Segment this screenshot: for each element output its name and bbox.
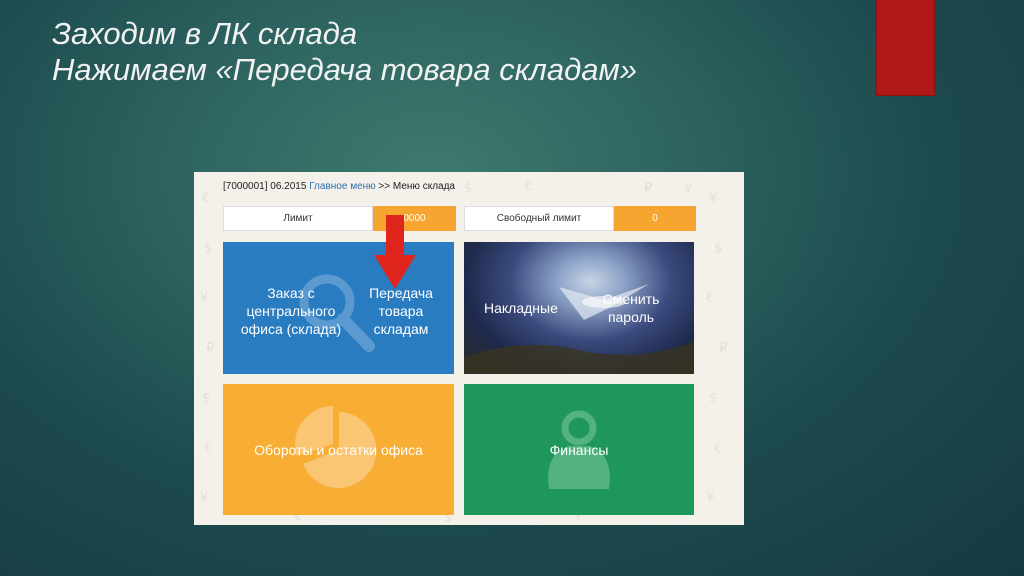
svg-text:$: $ bbox=[709, 391, 717, 406]
transfer-line-2: товара bbox=[378, 303, 424, 319]
turnover-button[interactable]: Обороты и остатки офиса bbox=[223, 384, 454, 515]
order-central-button[interactable]: Заказ с центрального офиса (склада) bbox=[223, 242, 343, 374]
svg-text:€: € bbox=[524, 179, 532, 194]
finance-button[interactable]: Финансы bbox=[464, 384, 694, 515]
breadcrumb: [7000001] 06.2015 Главное меню >> Меню с… bbox=[223, 181, 455, 192]
svg-text:¥: ¥ bbox=[709, 191, 717, 206]
free-limit-label: Свободный лимит bbox=[464, 206, 614, 231]
turnover-label: Обороты и остатки офиса bbox=[254, 442, 423, 458]
limit-box: Лимит 0000 bbox=[223, 206, 456, 231]
svg-text:¥: ¥ bbox=[684, 183, 692, 198]
order-line-3: офиса (склада) bbox=[240, 321, 342, 337]
warehouse-menu-screenshot: € $ ¥ ₽ $ € ¥ ¥ $ € ₽ $ € ¥ $ € ₽ ¥ € $ ¥ [7000001] 06.… bbox=[194, 172, 744, 525]
invoices-label: Накладные bbox=[484, 300, 558, 316]
red-arrow-icon bbox=[374, 215, 416, 289]
finance-label: Финансы bbox=[549, 442, 609, 458]
svg-text:¥: ¥ bbox=[200, 491, 208, 506]
order-line-1: Заказ с bbox=[267, 285, 315, 301]
svg-text:$: $ bbox=[464, 181, 472, 196]
transfer-line-3: складам bbox=[373, 321, 429, 337]
free-limit-box: Свободный лимит 0 bbox=[464, 206, 696, 231]
password-line-2: пароль bbox=[607, 309, 655, 325]
svg-text:$: $ bbox=[714, 241, 722, 256]
svg-text:¥: ¥ bbox=[200, 291, 208, 306]
svg-text:€: € bbox=[706, 291, 714, 306]
change-password-button[interactable]: Сменить пароль bbox=[579, 242, 694, 374]
svg-text:₽: ₽ bbox=[719, 341, 727, 356]
breadcrumb-prefix: [7000001] 06.2015 bbox=[223, 181, 310, 192]
svg-text:₽: ₽ bbox=[206, 341, 214, 356]
svg-text:€: € bbox=[202, 191, 210, 206]
svg-text:€: € bbox=[204, 441, 212, 456]
breadcrumb-separator: >> bbox=[375, 181, 393, 192]
slide-title-line-1: Заходим в ЛК склада bbox=[52, 16, 358, 51]
slide-title-line-2: Нажимаем «Передача товара складам» bbox=[52, 52, 638, 87]
svg-text:$: $ bbox=[204, 241, 212, 256]
invoices-button[interactable]: Накладные bbox=[464, 242, 579, 374]
svg-text:$: $ bbox=[202, 391, 210, 406]
accent-bar bbox=[877, 0, 934, 95]
svg-text:¥: ¥ bbox=[706, 491, 714, 506]
slide-title: Заходим в ЛК склада Нажимаем «Передача т… bbox=[52, 16, 637, 88]
password-line-1: Сменить bbox=[602, 291, 660, 307]
breadcrumb-home-link[interactable]: Главное меню bbox=[309, 181, 375, 192]
svg-text:₽: ₽ bbox=[644, 181, 652, 196]
order-line-2: центрального bbox=[246, 303, 336, 319]
free-limit-value: 0 bbox=[614, 206, 696, 231]
breadcrumb-current: Меню склада bbox=[392, 181, 455, 192]
limit-label: Лимит bbox=[223, 206, 373, 231]
svg-text:€: € bbox=[714, 441, 722, 456]
tile-invoices-password: Накладные Сменить пароль bbox=[464, 242, 694, 374]
